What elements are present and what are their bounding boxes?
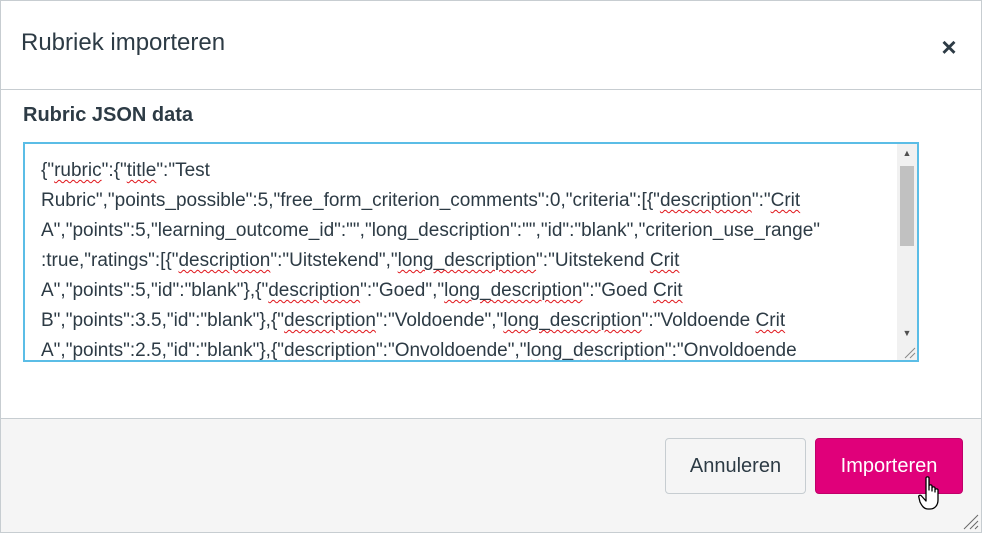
text-segment: ":{": [101, 160, 127, 181]
rubric-json-label: Rubric JSON data: [23, 104, 194, 126]
scroll-up-arrow-icon[interactable]: ▲: [897, 144, 917, 162]
textarea-scrollbar[interactable]: ▲ ▼: [897, 144, 917, 360]
misspelled-word: long_description: [503, 310, 642, 331]
textarea-line: A","points":5,"id":"blank"},{"descriptio…: [41, 276, 893, 306]
resize-grip-icon[interactable]: [902, 345, 916, 359]
textarea-line: :true,"ratings":[{"description":"Uitstek…: [41, 246, 893, 276]
misspelled-word: long_description: [526, 340, 665, 361]
text-segment: ":"Test: [156, 160, 210, 181]
text-segment: ":"Uitstekend",": [270, 250, 398, 271]
text-segment: ":"Uitstekend: [536, 250, 650, 271]
textarea-line: A","points":2.5,"id":"blank"},{"descript…: [41, 336, 893, 361]
misspelled-word: description: [284, 340, 376, 361]
dialog-title: Rubriek importeren: [21, 29, 226, 56]
text-segment: {": [41, 160, 55, 181]
text-segment: Rubric","points_possible":5,"free_form_c…: [41, 190, 660, 211]
misspelled-word: Crit: [755, 310, 786, 331]
cancel-button[interactable]: Annuleren: [665, 438, 806, 494]
scrollbar-thumb[interactable]: [900, 166, 914, 246]
textarea-line: {"rubric":{"title":"Test: [41, 156, 893, 186]
textarea-line: A","points":5,"learning_outcome_id":"","…: [41, 216, 893, 246]
textarea-content[interactable]: {"rubric":{"title":"Test Rubric","points_…: [41, 156, 893, 361]
text-segment: ":"Voldoende",": [375, 310, 504, 331]
misspelled-word: long_description: [397, 250, 537, 271]
text-segment: ":"Onvoldoende",": [375, 340, 527, 361]
dialog-body: Rubric JSON data {"rubric":{"title":"Tes…: [1, 90, 981, 418]
misspelled-word: description: [284, 310, 376, 331]
textarea-line: B","points":3.5,"id":"blank"},{"descript…: [41, 306, 893, 336]
text-segment: A","points":5,"id":"blank"},{": [41, 280, 269, 301]
text-segment: ":"Voldoende: [641, 310, 756, 331]
import-rubric-dialog: Rubriek importeren × Rubric JSON data {"…: [0, 0, 982, 533]
text-segment: ":": [751, 190, 771, 211]
dialog-footer: Annuleren Importeren: [1, 418, 981, 532]
dialog-header: Rubriek importeren ×: [1, 1, 981, 90]
text-segment: :true,"ratings":[{": [41, 250, 179, 271]
text-segment: B","points":3.5,"id":"blank"},{": [41, 310, 285, 331]
textarea-line: Rubric","points_possible":5,"free_form_c…: [41, 186, 893, 216]
scroll-down-arrow-icon[interactable]: ▼: [897, 324, 917, 342]
close-icon[interactable]: ×: [935, 33, 963, 61]
text-segment: ":"Goed: [582, 280, 654, 301]
misspelled-word: description: [659, 190, 752, 211]
misspelled-word: description: [178, 250, 271, 271]
text-segment: A","points":2.5,"id":"blank"},{": [41, 340, 285, 361]
text-segment: ":"Goed",": [360, 280, 445, 301]
import-button[interactable]: Importeren: [815, 438, 963, 494]
dialog-resize-grip-icon[interactable]: [961, 512, 979, 530]
misspelled-word: Crit: [649, 250, 680, 271]
misspelled-word: Crit: [653, 280, 683, 301]
text-segment: ":"Onvoldoende: [664, 340, 797, 361]
misspelled-word: title: [126, 160, 157, 181]
misspelled-word: Crit: [770, 190, 801, 211]
misspelled-word: long_description: [444, 280, 583, 301]
rubric-json-textarea[interactable]: {"rubric":{"title":"Test Rubric","points_…: [23, 142, 919, 362]
misspelled-word: rubric: [54, 160, 102, 181]
text-segment: A","points":5,"learning_outcome_id":"","…: [41, 220, 821, 241]
misspelled-word: description: [268, 280, 361, 301]
